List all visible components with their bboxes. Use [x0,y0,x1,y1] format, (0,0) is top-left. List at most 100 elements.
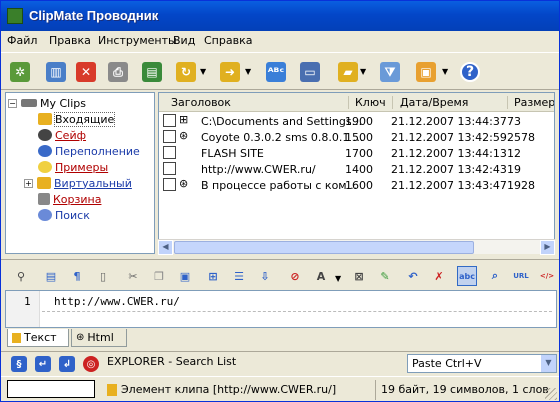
status-clip: Элемент клипа [http://www.CWER.ru/] [107,383,336,396]
case-icon[interactable]: A [311,266,331,286]
status-input[interactable] [7,380,95,398]
help-icon[interactable]: ? [457,59,483,85]
editor-text[interactable]: http://www.CWER.ru/ [54,295,180,308]
tree-item-samples[interactable]: Примеры [38,159,108,175]
column-title[interactable]: Заголовок [171,96,231,109]
editor-toolbar: ⚲ ▤ ¶ ▯ ✂ ❐ ▣ ⊞ ☰ ⇩ ⊘ A ▼ ⊠ ✎ ↶ ✗ abc ⌕ … [1,259,559,289]
folder-dropdown-icon[interactable]: ▼ [360,67,366,76]
capture-icon[interactable]: ✲ [7,59,33,85]
paste-icon[interactable]: ▣ [175,266,195,286]
tree-item-safe[interactable]: Сейф [38,127,86,143]
table-row[interactable]: ⊛ В процессе работы с ком... 1600 21.12.… [159,177,554,193]
list-icon[interactable]: ☰ [229,266,249,286]
scroll-left-icon[interactable]: ◀ [158,240,173,255]
spell-check-icon[interactable]: ᴬᴮᶜ [263,59,289,85]
hotkey-select[interactable]: Paste Ctrl+V ▼ [407,354,557,373]
copy-to-icon[interactable]: ➜ [217,59,243,85]
export-icon[interactable]: ⇩ [255,266,275,286]
column-key[interactable]: Ключ [355,96,386,109]
collapse-icon[interactable]: − [8,98,17,108]
menu-bar: Файл Правка Инструменты Вид Справка [1,31,559,51]
safe-icon [38,129,52,141]
column-size[interactable]: Размер [514,96,554,109]
print-icon[interactable]: ⎙ [105,59,131,85]
table-row[interactable]: http://www.CWER.ru/ 1400 21.12.2007 13:4… [159,161,554,177]
list-horizontal-scrollbar[interactable]: ◀ ▶ [158,239,555,255]
menu-tools[interactable]: Инструменты [98,34,177,47]
split-view-icon[interactable]: ▥ [43,59,69,85]
target-icon[interactable]: ◎ [83,356,99,372]
filter-icon[interactable]: ⧩ [377,59,403,85]
clip-list: Заголовок Ключ Дата/Время Размер ⊞ C:\Do… [158,92,555,254]
overflow-icon [38,145,52,157]
tree-root[interactable]: − My Clips [8,95,86,111]
tree-item-trash[interactable]: Корзина [38,191,101,207]
sync-icon[interactable]: § [11,356,27,372]
tree-label-samples: Примеры [55,160,109,174]
html-icon: ⊛ [179,177,189,190]
scroll-thumb[interactable] [174,241,474,254]
text-clip-icon [163,146,176,159]
layout-dropdown-icon[interactable]: ▼ [442,67,448,76]
delete-icon[interactable]: ✕ [73,59,99,85]
tree-item-inbox[interactable]: Входящие [38,111,116,127]
text-clip-icon [163,178,176,191]
app-window: ClipMate Проводник Файл Правка Инструмен… [0,0,560,402]
no-format-icon[interactable]: ⊘ [285,266,305,286]
paragraph-icon[interactable]: ¶ [67,266,87,286]
tree-item-virtual[interactable]: + Виртуальный [24,175,132,191]
copy-icon[interactable]: ❐ [149,266,169,286]
move-to-icon[interactable]: ↻ [173,59,199,85]
table-row[interactable]: ⊛ Coyote 0.3.0.2 sms 0.8.0.1 ... 1500 21… [159,129,554,145]
page-icon[interactable]: ▯ [93,266,113,286]
inbox-icon [38,113,52,125]
tab-text[interactable]: Текст [7,329,69,347]
table-row[interactable]: ⊞ C:\Documents and Settings... 1900 21.1… [159,113,554,129]
html-view-icon[interactable]: </> [537,266,557,286]
clear-icon[interactable]: ✗ [429,266,449,286]
menu-edit[interactable]: Правка [49,34,91,47]
enter-icon[interactable]: ↲ [59,356,75,372]
tools-icon[interactable]: ✎ [375,266,395,286]
move-dropdown-icon[interactable]: ▼ [200,67,206,76]
save-icon[interactable]: ▤ [41,266,61,286]
open-folder-icon[interactable]: ▰ [335,59,361,85]
spell-icon[interactable]: abc [457,266,477,286]
case-dropdown-icon[interactable]: ▼ [335,274,341,283]
folder-icon [37,177,51,189]
cut-icon[interactable]: ✂ [123,266,143,286]
html-tab-icon: ⊛ [76,332,85,343]
wrap-icon[interactable]: ⊠ [349,266,369,286]
file-list-icon: ⊞ [179,113,189,126]
resize-grip-icon[interactable] [545,388,557,400]
insert-icon[interactable]: ⊞ [203,266,223,286]
menu-view[interactable]: Вид [173,34,195,47]
layout-icon[interactable]: ▣ [413,59,439,85]
menu-file[interactable]: Файл [7,34,37,47]
text-clip-icon [163,114,176,127]
clip-icon [107,383,117,396]
tree-item-overflow[interactable]: Переполнение [38,143,140,159]
url-icon[interactable]: URL [511,266,531,286]
tree-item-search[interactable]: Поиск [38,207,90,223]
html-icon: ⊛ [179,129,189,142]
pin-icon[interactable]: ⚲ [11,266,31,286]
text-icon [12,332,21,343]
clipboard-icon[interactable]: ▤ [139,59,165,85]
trash-icon [38,193,50,205]
tab-html[interactable]: ⊛ Html [71,329,127,347]
copy-dropdown-icon[interactable]: ▼ [245,67,251,76]
chevron-down-icon[interactable]: ▼ [540,355,556,372]
clip-editor[interactable]: 1 http://www.CWER.ru/ [5,290,557,328]
table-row[interactable]: FLASH SITE 1700 21.12.2007 13:44:13 12 [159,145,554,161]
return-icon[interactable]: ↵ [35,356,51,372]
find-icon[interactable]: ⌕ [485,266,505,286]
expand-icon[interactable]: + [24,178,33,188]
column-datetime[interactable]: Дата/Время [400,96,468,109]
menu-help[interactable]: Справка [204,34,252,47]
bottom-bar: § ↵ ↲ ◎ EXPLORER - Search List Paste Ctr… [1,351,559,375]
undo-icon[interactable]: ↶ [403,266,423,286]
tree-label-trash: Корзина [53,192,102,206]
scroll-right-icon[interactable]: ▶ [540,240,555,255]
window-icon[interactable]: ▭ [297,59,323,85]
